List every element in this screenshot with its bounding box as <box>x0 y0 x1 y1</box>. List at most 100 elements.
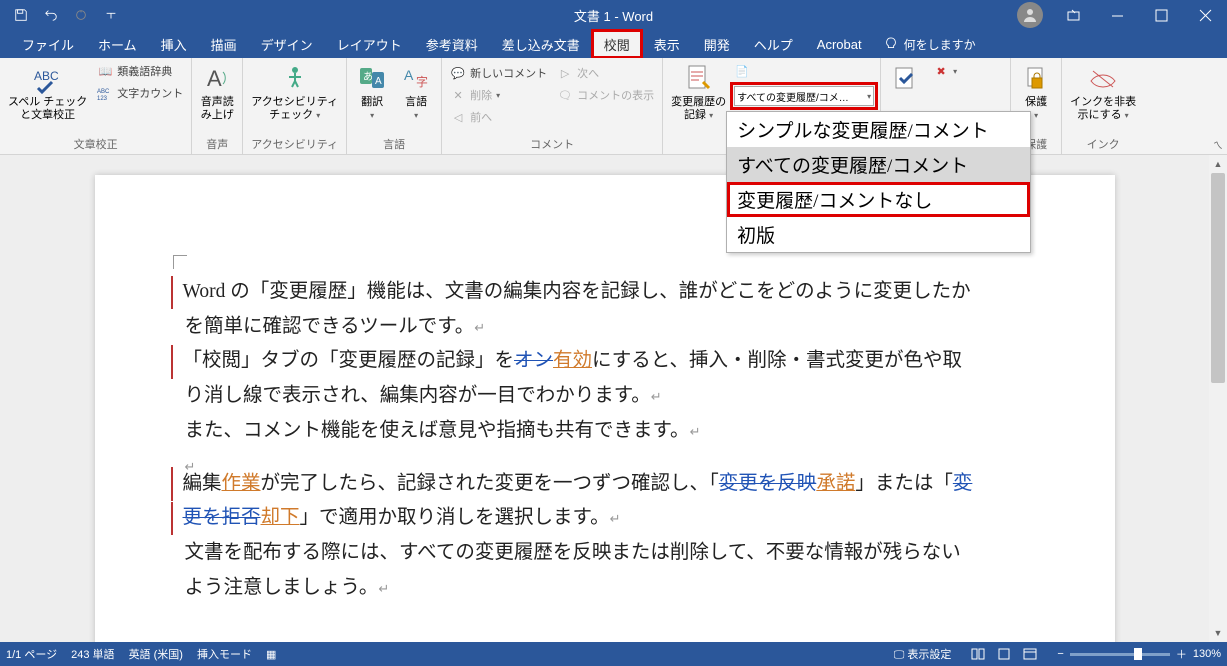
prev-comment-button[interactable]: ◁前へ <box>446 106 551 128</box>
collapse-ribbon-button[interactable]: ㄟ <box>1213 137 1223 152</box>
vertical-scrollbar[interactable]: ▲ ▼ <box>1209 155 1227 642</box>
menu-original[interactable]: 初版 <box>727 217 1030 252</box>
new-comment-icon: 💬 <box>450 65 466 81</box>
user-avatar[interactable] <box>1017 2 1043 28</box>
group-speech-label: 音声 <box>196 134 238 154</box>
tab-help[interactable]: ヘルプ <box>742 30 805 58</box>
macro-indicator[interactable]: ▦ <box>266 648 276 661</box>
thesaurus-icon: 📖 <box>97 63 113 79</box>
group-comments-label: コメント <box>446 134 658 154</box>
menu-simple-markup[interactable]: シンプルな変更履歴/コメント <box>727 112 1030 147</box>
zoom-out-button[interactable]: − <box>1057 648 1063 660</box>
display-for-review-combo[interactable]: すべての変更履歴/コメ… ▾ <box>734 86 874 106</box>
save-button[interactable] <box>8 2 34 28</box>
translate-button[interactable]: あA 翻訳▾ <box>351 60 393 124</box>
track-changes-icon <box>683 62 715 94</box>
page-corner-mark <box>173 255 187 269</box>
protect-icon <box>1020 62 1052 94</box>
zoom-level[interactable]: 130% <box>1193 648 1221 660</box>
tell-me-label: 何をしますか <box>904 36 976 53</box>
tab-references[interactable]: 参考資料 <box>414 30 490 58</box>
menu-all-markup[interactable]: すべての変更履歴/コメント <box>727 147 1030 182</box>
display-for-review-menu: シンプルな変更履歴/コメント すべての変更履歴/コメント 変更履歴/コメントなし… <box>726 111 1031 253</box>
display-settings-button[interactable]: 🖵 表示設定 <box>894 646 952 662</box>
accept-icon <box>890 62 922 94</box>
track-changes-button[interactable]: 変更履歴の 記録 ▾ <box>667 60 730 124</box>
window-title: 文書 1 - Word <box>574 6 653 25</box>
reject-button[interactable]: ✖▾ <box>929 60 961 82</box>
hide-ink-icon <box>1087 62 1119 94</box>
group-language-label: 言語 <box>351 134 437 154</box>
page-indicator[interactable]: 1/1 ページ <box>6 646 57 662</box>
svg-text:123: 123 <box>97 96 108 101</box>
new-comment-button[interactable]: 💬新しいコメント <box>446 62 551 84</box>
maximize-button[interactable] <box>1139 0 1183 30</box>
minimize-button[interactable] <box>1095 0 1139 30</box>
status-bar: 1/1 ページ 243 単語 英語 (米国) 挿入モード ▦ 🖵 表示設定 − … <box>0 642 1227 666</box>
prev-comment-icon: ◁ <box>450 109 466 125</box>
title-bar: 文書 1 - Word <box>0 0 1227 30</box>
accept-button[interactable] <box>885 60 927 96</box>
web-layout-button[interactable] <box>1017 644 1043 664</box>
ribbon: ABC スペル チェック と文章校正 📖類義語辞典 ABC123文字カウント 文… <box>0 58 1227 155</box>
scroll-thumb[interactable] <box>1211 173 1225 383</box>
read-aloud-button[interactable]: A 音声読 み上げ <box>196 60 238 124</box>
tab-file[interactable]: ファイル <box>10 30 86 58</box>
group-accessibility: アクセシビリティ チェック ▾ アクセシビリティ <box>243 58 347 154</box>
spell-check-button[interactable]: ABC スペル チェック と文章校正 <box>4 60 91 124</box>
tab-view[interactable]: 表示 <box>642 30 692 58</box>
read-aloud-icon: A <box>201 62 233 94</box>
close-button[interactable] <box>1183 0 1227 30</box>
svg-text:字: 字 <box>416 74 428 89</box>
menu-no-markup[interactable]: 変更履歴/コメントなし <box>727 182 1030 217</box>
tell-me-search[interactable]: 何をしますか <box>884 30 976 58</box>
group-speech: A 音声読 み上げ 音声 <box>192 58 243 154</box>
tab-layout[interactable]: レイアウト <box>325 30 414 58</box>
undo-button[interactable] <box>38 2 64 28</box>
translate-icon: あA <box>356 62 388 94</box>
scroll-down-button[interactable]: ▼ <box>1209 624 1227 642</box>
read-mode-button[interactable] <box>965 644 991 664</box>
hide-ink-button[interactable]: インクを非表 示にする ▾ <box>1066 60 1140 124</box>
next-comment-button[interactable]: ▷次へ <box>553 62 658 84</box>
delete-comment-button[interactable]: ✕削除 ▾ <box>446 84 551 106</box>
group-proofing: ABC スペル チェック と文章校正 📖類義語辞典 ABC123文字カウント 文… <box>0 58 192 154</box>
zoom-slider[interactable] <box>1070 653 1170 656</box>
tab-review[interactable]: 校閲 <box>592 30 642 58</box>
accessibility-check-button[interactable]: アクセシビリティ チェック ▾ <box>247 60 342 124</box>
show-markup-icon[interactable]: 📄 <box>732 60 876 82</box>
ribbon-display-options[interactable] <box>1051 0 1095 30</box>
tab-mailings[interactable]: 差し込み文書 <box>490 30 592 58</box>
word-count-icon: ABC123 <box>97 85 113 101</box>
svg-text:ABC: ABC <box>97 89 110 95</box>
zoom-in-button[interactable]: ＋ <box>1176 646 1187 662</box>
accessibility-icon <box>279 62 311 94</box>
tab-design[interactable]: デザイン <box>249 30 325 58</box>
svg-text:ABC: ABC <box>34 69 59 83</box>
svg-text:A: A <box>404 67 414 83</box>
group-language: あA 翻訳▾ A字 言語▾ 言語 <box>347 58 442 154</box>
svg-text:あ: あ <box>363 71 373 83</box>
tab-acrobat[interactable]: Acrobat <box>805 30 874 58</box>
lightbulb-icon <box>884 37 898 51</box>
word-count-indicator[interactable]: 243 単語 <box>71 646 114 662</box>
tab-draw[interactable]: 描画 <box>199 30 249 58</box>
tab-developer[interactable]: 開発 <box>692 30 742 58</box>
language-indicator[interactable]: 英語 (米国) <box>129 646 183 662</box>
display-for-review-value: すべての変更履歴/コメ… <box>737 89 867 104</box>
document-body[interactable]: Word の「変更履歴」機能は、文書の編集内容を記録し、誰がどこをどのように変更… <box>185 275 1025 605</box>
zoom-control[interactable]: − ＋ 130% <box>1057 646 1221 662</box>
insert-mode-indicator[interactable]: 挿入モード <box>197 646 252 662</box>
language-button[interactable]: A字 言語▾ <box>395 60 437 124</box>
qat-customize[interactable] <box>98 2 124 28</box>
tab-home[interactable]: ホーム <box>86 30 149 58</box>
redo-button[interactable] <box>68 2 94 28</box>
delete-comment-icon: ✕ <box>450 87 466 103</box>
word-count-button[interactable]: ABC123文字カウント <box>93 82 187 104</box>
show-comments-button[interactable]: 🗨コメントの表示 <box>553 84 658 106</box>
scroll-up-button[interactable]: ▲ <box>1209 155 1227 173</box>
tab-insert[interactable]: 挿入 <box>149 30 199 58</box>
thesaurus-button[interactable]: 📖類義語辞典 <box>93 60 187 82</box>
zoom-thumb[interactable] <box>1134 648 1142 660</box>
print-layout-button[interactable] <box>991 644 1017 664</box>
